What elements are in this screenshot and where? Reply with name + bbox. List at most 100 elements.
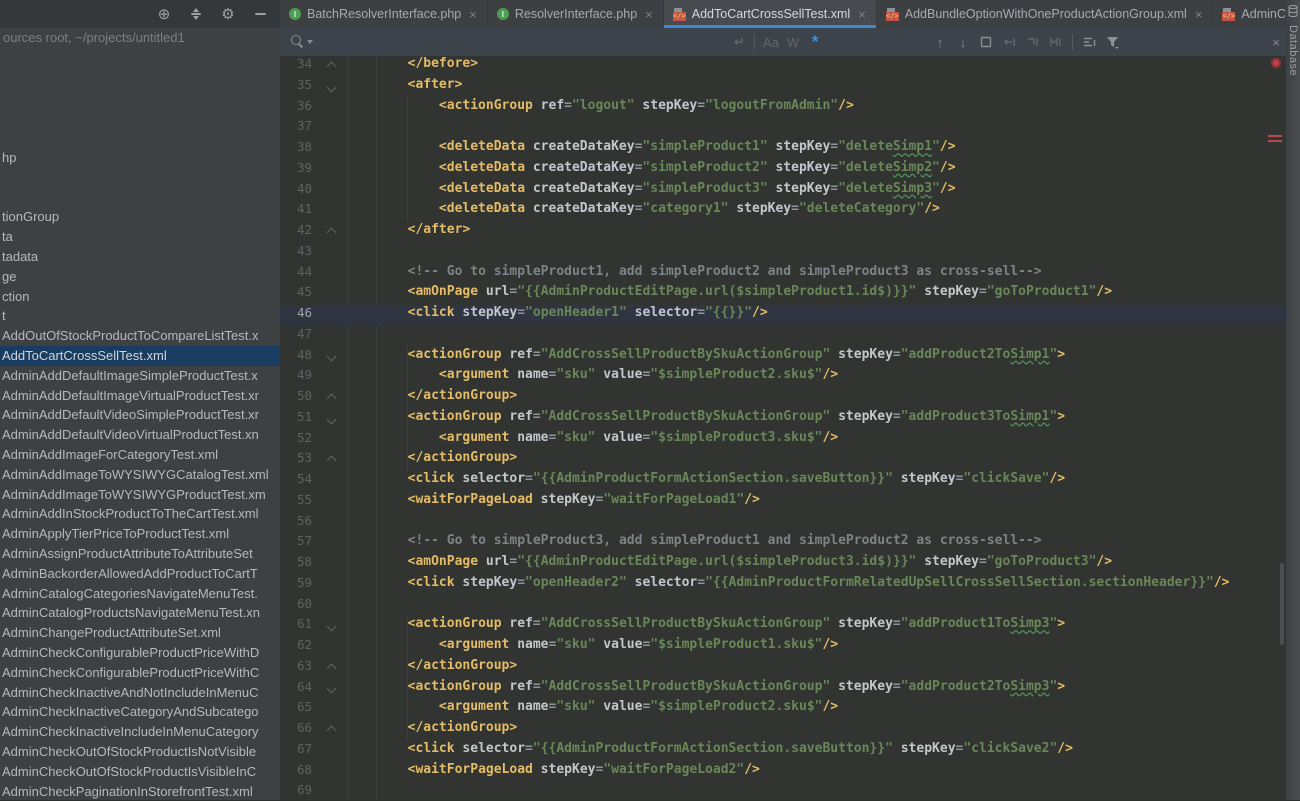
line-number[interactable]: 46 [280,305,318,326]
editor-tab[interactable]: IResolverInterface.php× [488,0,664,28]
line-number[interactable]: 49 [280,367,318,388]
line-number[interactable]: 57 [280,533,318,554]
line-number[interactable]: 39 [280,160,318,181]
tree-item[interactable]: AdminAddDefaultImageVirtualProductTest.x… [0,386,280,406]
tree-item[interactable]: AdminCheckInactiveIncludeInMenuCategory [0,722,280,742]
right-tool-stripe[interactable]: Database [1286,0,1300,800]
collapse-all-icon[interactable] [188,6,204,22]
tree-item[interactable]: AdminCatalogProductsNavigateMenuTest.xn [0,603,280,623]
line-number[interactable]: 58 [280,554,318,575]
line-number[interactable]: 56 [280,513,318,534]
tree-item[interactable]: AdminCheckPaginationInStorefrontTest.xml [0,782,280,801]
editor-tab[interactable]: </>AdminCate [1213,0,1286,28]
gutter-fold-column[interactable] [318,720,345,741]
tree-item[interactable]: AdminCheckOutOfStockProductIsNotVisible [0,742,280,762]
gutter-fold-column[interactable] [318,347,345,368]
tree-item[interactable]: AdminCheckConfigurableProductPriceWithC [0,663,280,683]
gutter-fold-column[interactable] [318,77,345,98]
tree-item[interactable]: AdminAddDefaultImageSimpleProductTest.x [0,366,280,386]
tree-item[interactable]: AdminCheckInactiveCategoryAndSubcatego [0,702,280,722]
fold-expand-icon[interactable] [327,684,337,694]
locate-icon[interactable]: ⊕ [156,6,172,22]
line-number[interactable]: 51 [280,409,318,430]
tree-item[interactable]: AdminCheckConfigurableProductPriceWithD [0,643,280,663]
line-number[interactable]: 63 [280,658,318,679]
line-number[interactable]: 36 [280,98,318,119]
match-case-icon[interactable]: Aa [761,32,781,52]
close-tab-icon[interactable]: × [469,7,477,22]
gutter-fold-column[interactable] [318,222,345,243]
tree-item[interactable]: AdminAddImageToWYSIWYGCatalogTest.xml [0,465,280,485]
line-number[interactable]: 68 [280,762,318,783]
open-results-icon[interactable] [1080,32,1100,52]
error-stripe-mark[interactable] [1268,140,1282,142]
tree-item[interactable]: tadata [0,247,280,267]
line-number[interactable]: 64 [280,679,318,700]
settings-icon[interactable]: ⚙ [220,6,236,22]
gutter-fold-column[interactable] [318,616,345,637]
tree-item[interactable]: AdminChangeProductAttributeSet.xml [0,623,280,643]
line-number[interactable]: 41 [280,201,318,222]
gutter-fold-column[interactable] [318,658,345,679]
close-tab-icon[interactable]: × [1195,7,1203,22]
search-input[interactable] [316,28,716,56]
tree-item[interactable]: AdminAddImageToWYSIWYGProductTest.xm [0,485,280,505]
tree-item[interactable]: ta [0,227,280,247]
tree-item[interactable]: AdminAddDefaultVideoVirtualProductTest.x… [0,425,280,445]
line-number[interactable]: 59 [280,575,318,596]
error-stripe-mark[interactable] [1268,135,1282,137]
fold-collapse-icon[interactable] [327,663,337,673]
close-tab-icon[interactable]: × [645,7,653,22]
line-number[interactable]: 53 [280,450,318,471]
line-number[interactable]: 37 [280,118,318,139]
find-in-selection-icon[interactable] [976,32,996,52]
editor-tab[interactable]: IBatchResolverInterface.php× [280,0,488,28]
line-number[interactable]: 55 [280,492,318,513]
error-indicator-badge[interactable] [1271,58,1281,68]
editor-tab[interactable]: </>AddToCartCrossSellTest.xml× [664,0,877,28]
newline-icon[interactable] [728,32,748,52]
line-number[interactable]: 44 [280,264,318,285]
tree-item[interactable]: hp [0,148,280,168]
close-find-bar-icon[interactable]: × [1266,28,1286,56]
tree-item[interactable]: AddToCartCrossSellTest.xml [0,346,280,366]
filter-icon[interactable] [1103,32,1123,52]
line-number[interactable]: 54 [280,471,318,492]
tree-item[interactable]: AdminAssignProductAttributeToAttributeSe… [0,544,280,564]
words-icon[interactable]: W [783,32,803,52]
fold-collapse-icon[interactable] [327,393,337,403]
add-occurrence-icon[interactable] [999,32,1019,52]
regex-icon[interactable]: * [805,32,825,52]
line-number[interactable]: 62 [280,637,318,658]
gutter-fold-column[interactable] [318,409,345,430]
tree-item[interactable]: t [0,306,280,326]
line-number[interactable]: 66 [280,720,318,741]
fold-collapse-icon[interactable] [327,456,337,466]
editor-tab[interactable]: </>AddBundleOptionWithOneProductActionGr… [877,0,1214,28]
tree-item[interactable]: AdminAddDefaultVideoSimpleProductTest.xr [0,405,280,425]
next-occurrence-icon[interactable]: ↓ [953,32,973,52]
tree-item[interactable]: AdminCheckInactiveAndNotIncludeInMenuC [0,683,280,703]
editor-scrollbar-thumb[interactable] [1280,563,1284,645]
fold-expand-icon[interactable] [327,352,337,362]
tree-item[interactable]: ge [0,267,280,287]
line-number[interactable]: 61 [280,616,318,637]
line-number[interactable]: 38 [280,139,318,160]
line-number[interactable]: 42 [280,222,318,243]
line-number[interactable]: 43 [280,243,318,264]
fold-collapse-icon[interactable] [327,61,337,71]
line-number[interactable]: 67 [280,741,318,762]
fold-expand-icon[interactable] [327,82,337,92]
gutter-fold-column[interactable] [318,450,345,471]
tree-item[interactable]: AdminAddInStockProductToTheCartTest.xml [0,504,280,524]
close-tab-icon[interactable]: × [858,7,866,22]
line-number[interactable]: 45 [280,284,318,305]
tree-item[interactable]: tionGroup [0,207,280,227]
line-number[interactable]: 48 [280,347,318,368]
tree-item[interactable]: AddOutOfStockProductToCompareListTest.x [0,326,280,346]
fold-expand-icon[interactable] [327,414,337,424]
line-number[interactable]: 50 [280,388,318,409]
line-number[interactable]: 65 [280,699,318,720]
line-number[interactable]: 35 [280,77,318,98]
tree-item[interactable]: AdminCatalogCategoriesNavigateMenuTest. [0,584,280,604]
